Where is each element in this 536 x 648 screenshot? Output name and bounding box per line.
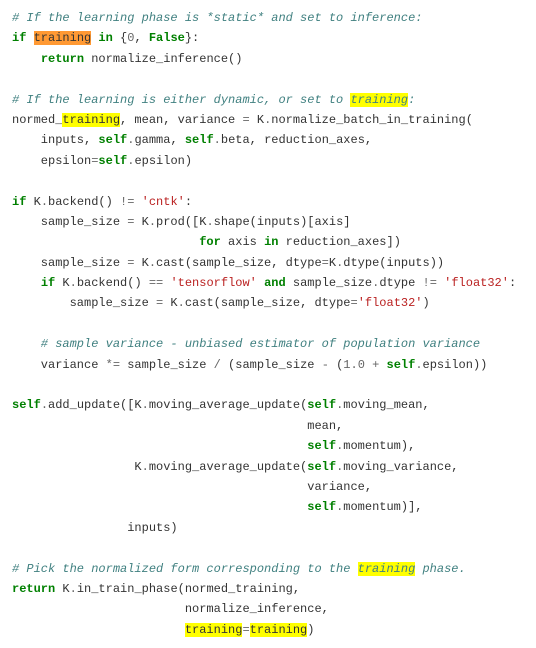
line-9: sample_size = K.prod([K.shape(inputs)[ax… [12,212,524,232]
hl-training-3: training [62,113,120,127]
line-10: for axis in reduction_axes]) [12,232,524,252]
line-11: sample_size = K.cast(sample_size, dtype=… [12,253,524,273]
line-15: self.add_update([K.moving_average_update… [12,395,524,415]
line-1: # If the learning phase is *static* and … [12,8,524,28]
line-c4: # Pick the normalized form corresponding… [12,559,524,579]
line-12: if K.backend() == 'tensorflow' and sampl… [12,273,524,293]
hl-training-1: training [34,31,92,45]
line-21: inputs) [12,518,524,538]
hl-training-5: training [185,623,243,637]
hl-training-6: training [250,623,308,637]
line-20: self.momentum)], [12,497,524,517]
line-24: training=training) [12,620,524,640]
line-19: variance, [12,477,524,497]
comment-4: # Pick the normalized form corresponding… [12,562,466,576]
blank-1 [12,69,524,89]
line-8: if K.backend() != 'cntk': [12,192,524,212]
line-18: K.moving_average_update(self.moving_vari… [12,457,524,477]
line-23: normalize_inference, [12,599,524,619]
line-7: epsilon=self.epsilon) [12,151,524,171]
line-17: self.momentum), [12,436,524,456]
line-c3: # sample variance - unbiased estimator o… [12,334,524,354]
line-2: if training in {0, False}: [12,28,524,48]
line-14: variance *= sample_size / (sample_size -… [12,355,524,375]
comment-3: # sample variance - unbiased estimator o… [12,337,480,351]
comment-1: # If the learning phase is *static* and … [12,11,422,25]
line-13: sample_size = K.cast(sample_size, dtype=… [12,293,524,313]
line-4: # If the learning is either dynamic, or … [12,90,524,110]
hl-training-4: training [358,562,416,576]
line-5: normed_training, mean, variance = K.norm… [12,110,524,130]
blank-5 [12,538,524,558]
line-6: inputs, self.gamma, self.beta, reduction… [12,130,524,150]
comment-2: # If the learning is either dynamic, or … [12,93,415,107]
blank-2 [12,171,524,191]
line-3: return normalize_inference() [12,49,524,69]
blank-3 [12,314,524,334]
line-16: mean, [12,416,524,436]
code-block: # If the learning phase is *static* and … [12,8,524,640]
blank-4 [12,375,524,395]
hl-training-2: training [350,93,408,107]
line-22: return K.in_train_phase(normed_training, [12,579,524,599]
